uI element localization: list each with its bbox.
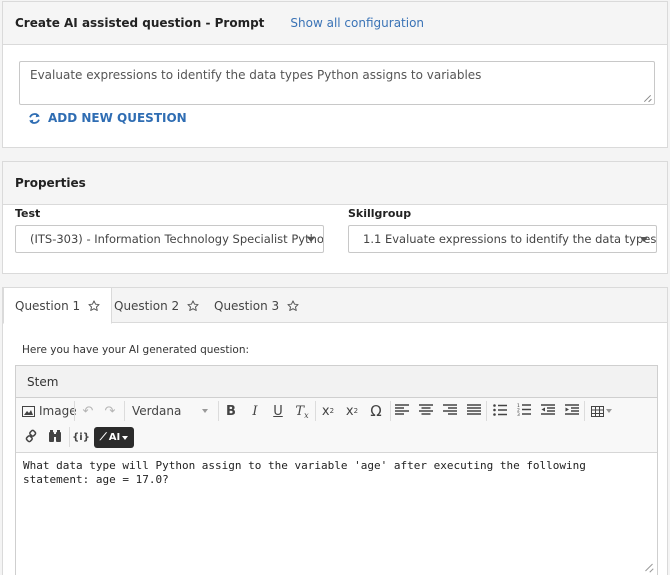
- prompt-text: Evaluate expressions to identify the dat…: [30, 68, 482, 82]
- tab-question-2[interactable]: Question 2: [103, 288, 210, 323]
- redo-icon[interactable]: ↷: [102, 401, 118, 421]
- stem-content-area[interactable]: What data type will Python assign to the…: [16, 453, 657, 493]
- prompt-panel-header: Create AI assisted question - Prompt Sho…: [3, 2, 667, 45]
- star-icon[interactable]: [88, 299, 100, 312]
- tab-label: Question 1: [15, 298, 81, 313]
- image-button[interactable]: Image: [22, 401, 77, 421]
- tab-question-3[interactable]: Question 3: [203, 288, 310, 323]
- image-label: Image: [39, 404, 77, 418]
- align-justify-icon[interactable]: [467, 404, 481, 416]
- chevron-down-icon: [640, 237, 648, 242]
- superscript-icon[interactable]: x2: [319, 401, 337, 421]
- ai-label: AI: [108, 432, 121, 443]
- placeholder-variable-icon[interactable]: {i}: [72, 427, 90, 447]
- chevron-down-icon: [605, 409, 612, 413]
- ai-button[interactable]: ⟋ AI: [94, 427, 134, 448]
- tab-question-1[interactable]: Question 1: [3, 288, 113, 324]
- tab-label: Question 2: [114, 298, 180, 313]
- align-center-icon[interactable]: [419, 404, 433, 416]
- properties-panel-header: Properties: [3, 162, 667, 205]
- bullet-list-icon[interactable]: [493, 404, 507, 416]
- question-tabs: Question 1 Question 2 Question 3: [3, 288, 667, 324]
- prompt-panel-title: Create AI assisted question - Prompt: [15, 16, 265, 30]
- add-new-question-label: ADD NEW QUESTION: [48, 111, 187, 125]
- chevron-down-icon: [202, 409, 208, 413]
- undo-icon[interactable]: ↶: [80, 401, 96, 421]
- refresh-icon: [29, 112, 40, 124]
- stem-header: Stem: [16, 366, 657, 398]
- star-icon[interactable]: [187, 299, 199, 312]
- clear-format-icon[interactable]: Tx: [293, 401, 311, 421]
- stem-editor: Stem Image ↶ ↷ Verdana B I U Tx x2 x2 Ω: [15, 365, 658, 575]
- align-right-icon[interactable]: [443, 404, 457, 416]
- show-all-configuration-link[interactable]: Show all configuration: [290, 16, 424, 30]
- align-left-icon[interactable]: [395, 404, 409, 416]
- star-icon[interactable]: [287, 299, 299, 312]
- test-select[interactable]: (ITS-303) - Information Technology Speci…: [15, 225, 324, 253]
- chevron-down-icon: [122, 435, 129, 440]
- skillgroup-select-value: 1.1 Evaluate expressions to identify the…: [363, 232, 657, 246]
- test-label: Test: [15, 207, 41, 220]
- table-button[interactable]: [589, 401, 613, 421]
- indent-icon[interactable]: [565, 404, 579, 416]
- font-select-value: Verdana: [132, 404, 182, 418]
- outdent-icon[interactable]: [541, 404, 555, 416]
- bold-icon[interactable]: B: [222, 401, 240, 421]
- properties-panel: Properties Test (ITS-303) - Information …: [2, 161, 668, 274]
- table-icon: [590, 405, 604, 417]
- numbered-list-icon[interactable]: 123: [517, 403, 531, 416]
- prompt-panel: Create AI assisted question - Prompt Sho…: [2, 1, 668, 148]
- link-icon[interactable]: [24, 429, 38, 443]
- italic-icon[interactable]: I: [246, 401, 264, 421]
- resize-grip-icon[interactable]: [646, 564, 654, 572]
- questions-panel: Question 1 Question 2 Question 3 Here yo…: [2, 287, 668, 575]
- stem-title: Stem: [27, 374, 59, 389]
- properties-title: Properties: [15, 176, 86, 190]
- ai-question-intro: Here you have your AI generated question…: [22, 344, 250, 356]
- font-select[interactable]: Verdana: [132, 401, 210, 421]
- tab-label: Question 3: [214, 298, 280, 313]
- editor-toolbar: Image ↶ ↷ Verdana B I U Tx x2 x2 Ω 1 2 3…: [16, 398, 657, 453]
- test-select-value: (ITS-303) - Information Technology Speci…: [30, 232, 324, 246]
- image-icon: [22, 405, 35, 417]
- special-char-icon[interactable]: Ω: [366, 401, 386, 421]
- svg-text:3: 3: [517, 412, 520, 416]
- find-icon[interactable]: [48, 429, 62, 443]
- add-new-question-button[interactable]: ADD NEW QUESTION: [28, 111, 187, 125]
- chevron-down-icon: [307, 237, 315, 242]
- subscript-icon[interactable]: x2: [343, 401, 361, 421]
- underline-icon[interactable]: U: [269, 401, 287, 421]
- resize-grip-icon[interactable]: [645, 95, 652, 102]
- stem-text: What data type will Python assign to the…: [23, 459, 586, 486]
- skillgroup-label: Skillgroup: [348, 207, 412, 220]
- skillgroup-select[interactable]: 1.1 Evaluate expressions to identify the…: [348, 225, 657, 253]
- magic-wand-icon: ⟋: [99, 432, 107, 443]
- prompt-textarea[interactable]: Evaluate expressions to identify the dat…: [19, 61, 655, 105]
